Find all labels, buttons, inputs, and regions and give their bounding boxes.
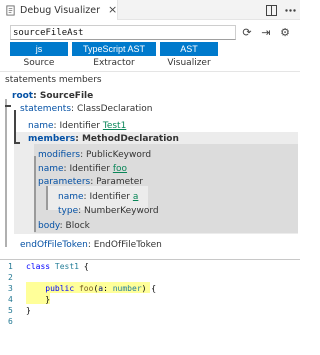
more-icon[interactable] <box>282 2 298 18</box>
export-icon[interactable]: ⇥ <box>259 24 273 40</box>
line-number: 6 <box>8 317 13 326</box>
parameters-guide <box>46 186 48 210</box>
tree-node-name-param[interactable]: name: Identifier a <box>58 191 138 203</box>
tree-node-type[interactable]: type: NumberKeyword <box>58 205 159 217</box>
extractor-label: Extractor <box>93 58 135 68</box>
code-line: public foo(a: number) { <box>45 284 157 293</box>
source-selector: js Source <box>10 42 68 68</box>
line-number: 5 <box>8 306 13 315</box>
members-connector <box>14 142 20 144</box>
identifier-link[interactable]: Test1 <box>103 121 126 131</box>
tree-node-members[interactable]: members: MethodDeclaration <box>28 133 179 145</box>
code-line: } <box>26 306 31 315</box>
tree-node-statements[interactable]: statements: ClassDeclaration <box>20 103 153 115</box>
tree-node-name-class[interactable]: name: Identifier Test1 <box>28 120 126 132</box>
root-connector <box>5 105 11 107</box>
settings-icon[interactable]: ⚙ <box>278 24 292 40</box>
tree-node-body[interactable]: body: Block <box>38 220 90 232</box>
line-number: 2 <box>8 273 13 282</box>
visualizer-button[interactable]: AST <box>160 42 218 56</box>
panel-splitter[interactable] <box>0 259 300 260</box>
line-number: 3 <box>8 284 13 293</box>
tab-bar: Debug Visualizer × <box>0 0 300 20</box>
root-guide <box>5 99 7 247</box>
source-button[interactable]: js <box>10 42 68 56</box>
line-number: 4 <box>8 295 13 304</box>
statements-guide <box>14 110 16 144</box>
tree-node-root[interactable]: root: SourceFile <box>12 90 93 102</box>
identifier-link[interactable]: a <box>133 192 139 202</box>
tree-node-parameters[interactable]: parameters: Parameter <box>38 176 143 188</box>
ast-tree: root: SourceFile statements: ClassDeclar… <box>0 88 300 256</box>
code-line: } <box>45 295 51 304</box>
refresh-icon[interactable]: ⟳ <box>240 24 254 40</box>
path-header: statements members <box>0 71 300 87</box>
members-guide <box>34 156 36 232</box>
path-header-text: statements members <box>5 74 102 85</box>
expression-input-wrapper <box>10 25 236 40</box>
extractor-selector: TypeScript AST Extractor <box>72 42 156 68</box>
extractor-button[interactable]: TypeScript AST <box>72 42 156 56</box>
tree-node-modifiers[interactable]: modifiers: PublicKeyword <box>38 149 151 161</box>
tree-node-name-method[interactable]: name: Identifier foo <box>38 163 127 175</box>
visualizer-selector: AST Visualizer <box>160 42 218 68</box>
code-line: class Test1 { <box>26 262 89 271</box>
source-label: Source <box>23 58 55 68</box>
tab-debug-visualizer[interactable]: Debug Visualizer × <box>0 0 118 20</box>
visualizer-label: Visualizer <box>167 58 211 68</box>
tree-node-eof[interactable]: endOfFileToken: EndOfFileToken <box>20 239 162 251</box>
split-editor-icon[interactable] <box>263 2 279 18</box>
tab-title: Debug Visualizer <box>20 4 100 16</box>
code-editor[interactable]: 1 2 3 4 5 6 class Test1 { public foo(a: … <box>0 262 300 355</box>
expression-input[interactable] <box>11 26 235 39</box>
close-icon[interactable]: × <box>108 3 117 17</box>
line-number: 1 <box>8 262 13 271</box>
file-icon <box>6 4 15 16</box>
identifier-link[interactable]: foo <box>113 164 127 174</box>
